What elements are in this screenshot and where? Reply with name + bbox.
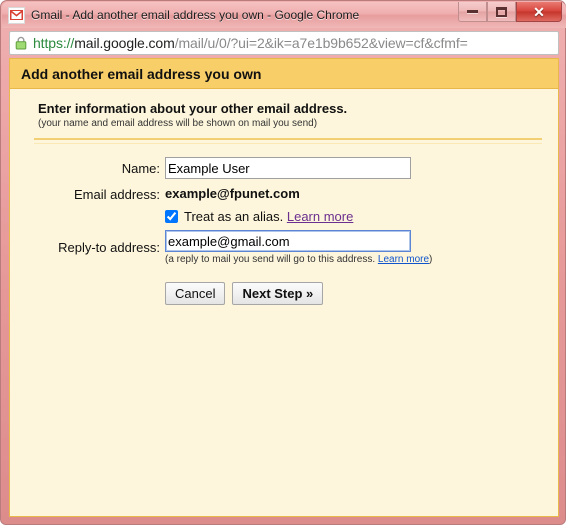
- alias-spacer: [10, 206, 165, 227]
- replyto-label: Reply-to address:: [58, 240, 160, 255]
- minimize-icon: [467, 10, 478, 13]
- window-title-text: Gmail - Add another email address you ow…: [31, 8, 360, 22]
- treat-as-alias-checkbox[interactable]: [165, 210, 178, 223]
- close-button[interactable]: ✕: [516, 2, 562, 22]
- form-row-replyto: Reply-to address: (a reply to mail you s…: [10, 227, 432, 268]
- replyto-input[interactable]: [165, 230, 411, 252]
- replyto-hint-suffix: ): [429, 254, 433, 265]
- cancel-button[interactable]: Cancel: [165, 282, 226, 305]
- alias-learn-more-link[interactable]: Learn more: [287, 209, 353, 224]
- page-header: Add another email address you own: [10, 59, 558, 89]
- section-divider: [34, 138, 542, 144]
- replyto-learn-more-link[interactable]: Learn more: [378, 254, 429, 265]
- form-row-alias: Treat as an alias. Learn more: [10, 206, 432, 227]
- url-path: /mail/u/0/?ui=2&ik=a7e1b9b652&view=cf&cf…: [174, 35, 468, 51]
- secure-lock-icon: [15, 36, 27, 50]
- form-actions: Cancel Next Step »: [10, 282, 558, 305]
- alias-cell: Treat as an alias. Learn more: [165, 206, 432, 227]
- gmail-icon: [8, 6, 25, 24]
- alias-label: Treat as an alias.: [184, 209, 284, 224]
- next-step-button[interactable]: Next Step »: [232, 282, 324, 305]
- replyto-hint-prefix: (a reply to mail you send will go to thi…: [165, 254, 378, 265]
- url-text: https://mail.google.com/mail/u/0/?ui=2&i…: [33, 35, 468, 51]
- close-icon: ✕: [533, 3, 545, 20]
- url-scheme: https://: [33, 35, 75, 51]
- restore-icon: [496, 6, 507, 17]
- replyto-hint: (a reply to mail you send will go to thi…: [165, 254, 432, 265]
- intro-heading: Enter information about your other email…: [38, 101, 348, 116]
- name-label: Name:: [121, 160, 160, 176]
- minimize-button[interactable]: [458, 2, 487, 22]
- email-value: example@fpunet.com: [165, 186, 300, 201]
- replyto-field-cell: (a reply to mail you send will go to thi…: [165, 227, 432, 268]
- window-title-bar[interactable]: Gmail - Add another email address you ow…: [2, 2, 566, 28]
- name-field-cell: [165, 154, 432, 182]
- email-value-cell: example@fpunet.com: [165, 182, 432, 206]
- intro-block: Enter information about your other email…: [10, 89, 558, 129]
- browser-window: Gmail - Add another email address you ow…: [0, 0, 566, 525]
- page-title: Add another email address you own: [21, 65, 262, 82]
- page-content: Add another email address you own Enter …: [9, 58, 559, 517]
- window-controls: ✕: [458, 2, 562, 28]
- alias-row: Treat as an alias. Learn more: [165, 209, 432, 224]
- form-row-name: Name:: [10, 154, 432, 182]
- email-label: Email address:: [74, 186, 160, 202]
- address-bar[interactable]: https://mail.google.com/mail/u/0/?ui=2&i…: [9, 31, 559, 55]
- email-form: Name: Email address: example@fpunet.com …: [10, 154, 432, 268]
- url-host: mail.google.com: [74, 35, 175, 51]
- name-input[interactable]: [165, 157, 411, 179]
- intro-subtext: (your name and email address will be sho…: [38, 118, 318, 129]
- form-row-email: Email address: example@fpunet.com: [10, 182, 432, 206]
- restore-button[interactable]: [487, 2, 516, 22]
